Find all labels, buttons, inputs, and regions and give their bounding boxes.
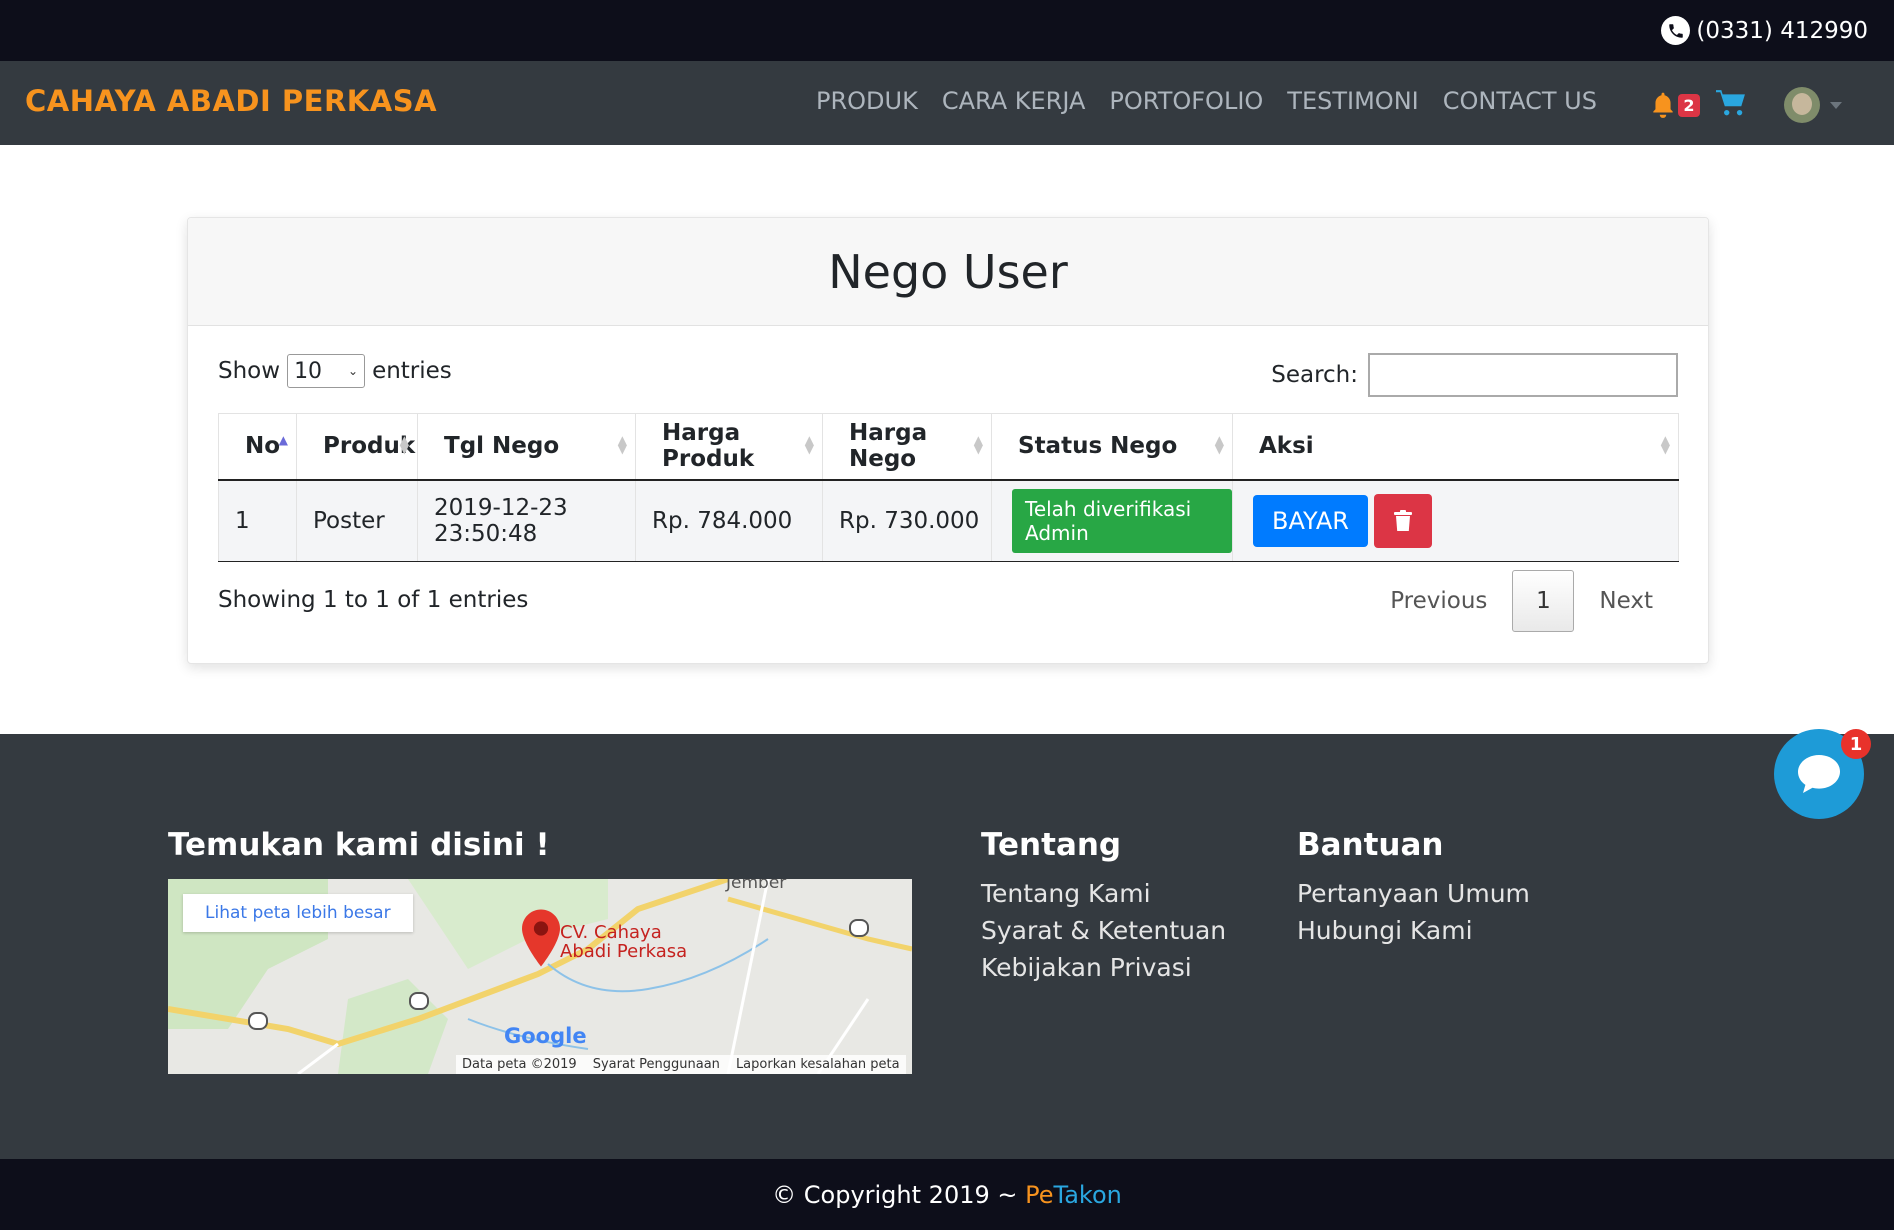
nav-menu: PRODUK CARA KERJA PORTOFOLIO TESTIMONI C…	[816, 87, 1597, 115]
chat-notification-badge: 1	[1841, 729, 1871, 759]
find-us-heading: Temukan kami disini !	[168, 827, 550, 863]
page-1-button[interactable]: 1	[1512, 570, 1575, 632]
page-title: Nego User	[828, 244, 1068, 299]
map-pin-icon	[522, 909, 560, 967]
card-header: Nego User	[188, 218, 1708, 326]
nego-table: No ▲ Produk ▲ ▼ Tgl Nego ▲ ▼ Harga Produk ▲ ▼ H…	[218, 413, 1679, 562]
cell-harga-produk: Rp. 784.000	[635, 479, 823, 562]
sort-icon: ▲	[278, 433, 288, 447]
trash-icon	[1393, 509, 1412, 531]
map-data-text: Data peta ©2019	[462, 1057, 577, 1072]
bantuan-links: Pertanyaan Umum Hubungi Kami	[1297, 879, 1530, 945]
cart-button[interactable]	[1716, 89, 1746, 121]
search-label: Search:	[1271, 362, 1358, 388]
column-header-harga-nego[interactable]: Harga Nego ▲ ▼	[822, 413, 992, 481]
cell-produk: Poster	[296, 479, 418, 562]
cell-harga-nego: Rp. 730.000	[822, 479, 992, 562]
phone-contact[interactable]: (0331) 412990	[1661, 16, 1868, 45]
notification-button[interactable]: 2	[1650, 88, 1702, 122]
footer: Temukan kami disini ! Jember 3 3 3 Lihat…	[0, 734, 1894, 1159]
sort-icon: ▲ ▼	[1660, 433, 1670, 456]
column-header-produk[interactable]: Produk ▲ ▼	[296, 413, 418, 481]
sort-icon: ▲ ▼	[804, 433, 814, 456]
link-pertanyaan-umum[interactable]: Pertanyaan Umum	[1297, 879, 1530, 908]
link-kebijakan-privasi[interactable]: Kebijakan Privasi	[981, 953, 1226, 982]
column-header-tgl-nego[interactable]: Tgl Nego ▲ ▼	[417, 413, 636, 481]
column-header-status-nego[interactable]: Status Nego ▲ ▼	[991, 413, 1233, 481]
bantuan-heading: Bantuan	[1297, 827, 1444, 863]
map-city-label: Jember	[726, 879, 787, 893]
search-control: Search:	[1271, 353, 1678, 397]
nav-link-produk[interactable]: PRODUK	[816, 87, 918, 115]
nav-link-testimoni[interactable]: TESTIMONI	[1287, 87, 1418, 115]
google-logo: Google	[504, 1024, 587, 1048]
map-attribution: Data peta ©2019 Syarat Penggunaan Lapork…	[456, 1055, 906, 1074]
larger-map-link[interactable]: Lihat peta lebih besar	[183, 894, 413, 932]
page-length-select[interactable]: 10 ⌄	[287, 354, 366, 388]
phone-number: (0331) 412990	[1696, 17, 1868, 44]
road-number-badge: 3	[409, 992, 429, 1010]
chevron-down-icon: ⌄	[348, 364, 359, 378]
top-bar: (0331) 412990	[0, 0, 1894, 61]
tentang-links: Tentang Kami Syarat & Ketentuan Kebijaka…	[981, 879, 1226, 982]
status-badge: Telah diverifikasi Admin	[1012, 488, 1232, 553]
chat-bubble-icon	[1798, 755, 1840, 793]
cell-aksi: BAYAR	[1232, 479, 1679, 562]
bayar-button[interactable]: BAYAR	[1253, 494, 1368, 547]
previous-button[interactable]: Previous	[1365, 588, 1512, 614]
sort-icon: ▲ ▼	[399, 433, 409, 456]
search-input[interactable]	[1368, 353, 1678, 397]
map-embed[interactable]: Jember 3 3 3 Lihat peta lebih besar CV. …	[168, 879, 912, 1074]
column-header-aksi[interactable]: Aksi ▲ ▼	[1232, 413, 1679, 481]
cell-no: 1	[218, 479, 297, 562]
link-syarat-ketentuan[interactable]: Syarat & Ketentuan	[981, 916, 1226, 945]
map-terms-link[interactable]: Syarat Penggunaan	[593, 1057, 720, 1072]
brand-pe[interactable]: Pe	[1025, 1181, 1053, 1209]
entries-label: entries	[372, 358, 452, 384]
copyright-text: © Copyright 2019 ~	[772, 1180, 1026, 1209]
nav-icons: 2	[1650, 87, 1842, 123]
road-number-badge: 3	[849, 919, 869, 937]
tentang-heading: Tentang	[981, 827, 1122, 863]
nav-link-portofolio[interactable]: PORTOFOLIO	[1109, 87, 1263, 115]
table-info: Showing 1 to 1 of 1 entries	[218, 587, 529, 613]
link-hubungi-kami[interactable]: Hubungi Kami	[1297, 916, 1530, 945]
road-number-badge: 3	[248, 1012, 268, 1030]
brand-takon[interactable]: Takon	[1054, 1181, 1122, 1209]
notification-badge: 2	[1678, 94, 1700, 117]
navbar: CAHAYA ABADI PERKASA PRODUK CARA KERJA P…	[0, 61, 1894, 145]
pagination: Previous 1 Next	[1365, 570, 1678, 632]
cell-status: Telah diverifikasi Admin	[991, 479, 1233, 562]
brand-logo[interactable]: CAHAYA ABADI PERKASA	[25, 84, 437, 118]
page-length-control: Show 10 ⌄ entries	[218, 354, 452, 388]
page-length-value: 10	[294, 358, 323, 384]
link-tentang-kami[interactable]: Tentang Kami	[981, 879, 1226, 908]
column-header-no[interactable]: No ▲	[218, 413, 297, 481]
sort-icon: ▲ ▼	[973, 433, 983, 456]
map-report-link[interactable]: Laporkan kesalahan peta	[736, 1057, 900, 1072]
bell-icon	[1653, 92, 1673, 118]
copyright-bar: © Copyright 2019 ~ Pe Takon	[0, 1159, 1894, 1230]
nav-link-contact-us[interactable]: CONTACT US	[1443, 87, 1597, 115]
column-header-harga-produk[interactable]: Harga Produk ▲ ▼	[635, 413, 823, 481]
map-place-label: CV. Cahaya Abadi Perkasa	[560, 922, 688, 962]
chevron-down-icon[interactable]	[1830, 101, 1842, 109]
phone-icon	[1661, 16, 1691, 45]
show-label: Show	[218, 358, 281, 384]
sort-icon: ▲ ▼	[617, 433, 627, 456]
cell-tgl-nego: 2019-12-23 23:50:48	[417, 479, 636, 562]
delete-button[interactable]	[1373, 493, 1432, 548]
avatar[interactable]	[1784, 87, 1820, 123]
cart-icon	[1716, 90, 1745, 116]
next-button[interactable]: Next	[1574, 588, 1678, 614]
table-row: 1 Poster 2019-12-23 23:50:48 Rp. 784.000…	[218, 479, 1679, 562]
nego-card: Nego User Show 10 ⌄ entries Search: No ▲ …	[187, 217, 1709, 664]
sort-icon: ▲ ▼	[1214, 433, 1224, 456]
nav-link-cara-kerja[interactable]: CARA KERJA	[942, 87, 1086, 115]
